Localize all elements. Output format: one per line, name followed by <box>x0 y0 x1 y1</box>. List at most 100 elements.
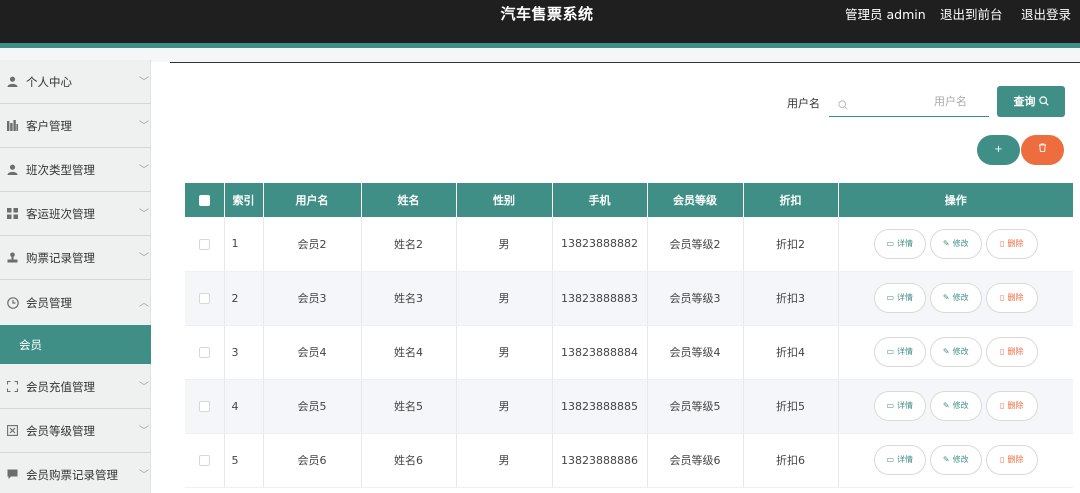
cell-phone: 13823888885 <box>552 379 648 434</box>
sidebar-item-member-level[interactable]: 会员等级管理 ﹀ <box>0 409 151 453</box>
sidebar-item-member[interactable]: 会员管理 ︿ <box>0 281 151 325</box>
column-header: 姓名 <box>361 183 457 217</box>
row-actions: ▭ 详情 ✎ 修改 ▯ 删除 <box>838 271 1073 326</box>
person-icon <box>7 76 18 87</box>
edit-label: 修改 <box>952 347 969 356</box>
detail-button[interactable]: ▭ 详情 <box>873 445 926 475</box>
doc-icon: ▭ <box>886 347 895 356</box>
cell-index: 2 <box>224 271 264 326</box>
detail-label: 详情 <box>897 347 914 356</box>
sidebar-item-shift-type[interactable]: 班次类型管理 ﹀ <box>0 148 151 192</box>
exit-to-front-link[interactable]: 退出到前台 <box>940 4 1003 23</box>
sidebar-subitem-member[interactable]: 会员 <box>0 325 151 364</box>
detail-button[interactable]: ▭ 详情 <box>873 228 926 259</box>
column-header: 手机 <box>552 183 648 217</box>
edit-button[interactable]: ✎ 修改 <box>929 337 982 367</box>
cell-gender: 男 <box>456 379 553 434</box>
cell-username: 会员2 <box>263 217 362 272</box>
delete-button[interactable]: ▯ 删除 <box>985 391 1038 421</box>
detail-button[interactable]: ▭ 详情 <box>873 337 926 367</box>
detail-label: 详情 <box>897 238 914 248</box>
edit-button[interactable]: ✎ 修改 <box>929 391 982 421</box>
delete-button[interactable]: ▯ 删除 <box>985 337 1038 367</box>
cell-phone: 13823888883 <box>552 271 648 326</box>
edit-button[interactable]: ✎ 修改 <box>929 445 982 475</box>
row-checkbox[interactable] <box>185 271 225 326</box>
add-button[interactable]: + <box>977 135 1020 165</box>
cell-discount: 折扣4 <box>743 325 839 380</box>
batch-delete-button[interactable] <box>1021 135 1064 165</box>
detail-label: 详情 <box>897 293 914 302</box>
sidebar-item-personal-center[interactable]: 个人中心 ﹀ <box>0 60 151 104</box>
detail-button[interactable]: ▭ 详情 <box>873 391 926 421</box>
cell-index: 4 <box>224 379 264 434</box>
query-button-label: 查询 <box>1013 95 1036 108</box>
column-header: 用户名 <box>263 183 362 217</box>
cell-index: 3 <box>224 325 264 380</box>
member-table: 索引 用户名 姓名 性别 手机 会员等级 折扣 操作 1 会员2 姓名2 男 13823… <box>185 183 1073 493</box>
edit-icon: ✎ <box>942 293 950 302</box>
detail-button[interactable]: ▭ 详情 <box>873 283 926 313</box>
doc-icon: ▭ <box>886 293 895 302</box>
column-header: 操作 <box>944 194 967 207</box>
cell-phone: 13823888882 <box>552 217 648 272</box>
column-header: 索引 <box>224 183 264 217</box>
chat-icon <box>7 469 18 480</box>
sidebar-item-label: 会员管理 <box>26 296 72 310</box>
row-checkbox[interactable] <box>185 217 225 272</box>
sidebar-item-label: 客户管理 <box>26 119 72 133</box>
sidebar-item-label: 个人中心 <box>26 75 72 89</box>
frame-icon <box>6 380 19 393</box>
row-checkbox[interactable] <box>185 379 225 434</box>
sidebar-item-member-ticket-records[interactable]: 会员购票记录管理 ﹀ <box>0 453 151 493</box>
cell-gender: 男 <box>456 325 553 380</box>
chevron-up-icon: ︿ <box>139 298 149 309</box>
sidebar-item-customer[interactable]: 客户管理 ﹀ <box>0 104 151 148</box>
column-header: 折扣 <box>743 183 839 217</box>
row-checkbox[interactable] <box>185 325 225 380</box>
cell-discount: 折扣6 <box>743 433 839 488</box>
delete-label: 删除 <box>1007 401 1024 410</box>
sidebar-item-label: 会员等级管理 <box>26 424 95 438</box>
query-button[interactable]: 查询 <box>997 86 1065 117</box>
table-row: 2 会员3 姓名3 男 13823888883 会员等级3 折扣3 ▭ 详情 ✎ 修改 ▯ 删除 <box>185 271 1073 326</box>
row-checkbox[interactable] <box>185 433 225 488</box>
cell-index: 5 <box>224 433 264 488</box>
cell-name: 姓名2 <box>361 217 457 272</box>
delete-button[interactable]: ▯ 删除 <box>985 228 1038 259</box>
grid-icon <box>7 208 18 219</box>
chevron-down-icon: ﹀ <box>139 426 149 437</box>
sidebar-item-label: 会员购票记录管理 <box>26 468 118 482</box>
sidebar-item-ticket-records[interactable]: 购票记录管理 ﹀ <box>0 236 151 280</box>
delete-label: 删除 <box>1007 238 1024 248</box>
trash-icon: ▯ <box>1000 455 1005 464</box>
edit-button[interactable]: ✎ 修改 <box>929 283 982 313</box>
stamp-icon <box>7 252 18 263</box>
delete-button[interactable]: ▯ 删除 <box>985 283 1038 313</box>
column-header: 会员等级 <box>647 183 744 217</box>
sidebar-subitem-label: 会员 <box>19 338 42 352</box>
admin-label[interactable]: 管理员 admin <box>845 4 926 23</box>
cell-level: 会员等级4 <box>647 325 744 380</box>
detail-label: 详情 <box>897 401 914 410</box>
edit-label: 修改 <box>952 455 969 464</box>
detail-label: 详情 <box>897 455 914 464</box>
trash-icon: ▯ <box>1000 347 1005 356</box>
edit-label: 修改 <box>952 238 969 248</box>
trash-icon: ▯ <box>1000 401 1005 410</box>
edit-button[interactable]: ✎ 修改 <box>929 228 982 259</box>
delete-label: 删除 <box>1007 293 1024 302</box>
sidebar-item-member-recharge[interactable]: 会员充值管理 ﹀ <box>0 365 151 409</box>
edit-icon: ✎ <box>942 455 950 464</box>
logout-link[interactable]: 退出登录 <box>1021 4 1071 23</box>
doc-icon: ▭ <box>886 238 895 248</box>
chevron-down-icon: ﹀ <box>139 253 149 264</box>
select-all-checkbox[interactable] <box>185 183 225 217</box>
chevron-down-icon: ﹀ <box>139 382 149 393</box>
sidebar-item-label: 会员充值管理 <box>26 380 95 394</box>
sidebar-item-bus-shift[interactable]: 客运班次管理 ﹀ <box>0 192 151 236</box>
chevron-down-icon: ﹀ <box>139 209 149 220</box>
delete-button[interactable]: ▯ 删除 <box>985 445 1038 475</box>
header-spacer <box>0 48 1080 62</box>
username-search-input[interactable] <box>853 92 983 110</box>
